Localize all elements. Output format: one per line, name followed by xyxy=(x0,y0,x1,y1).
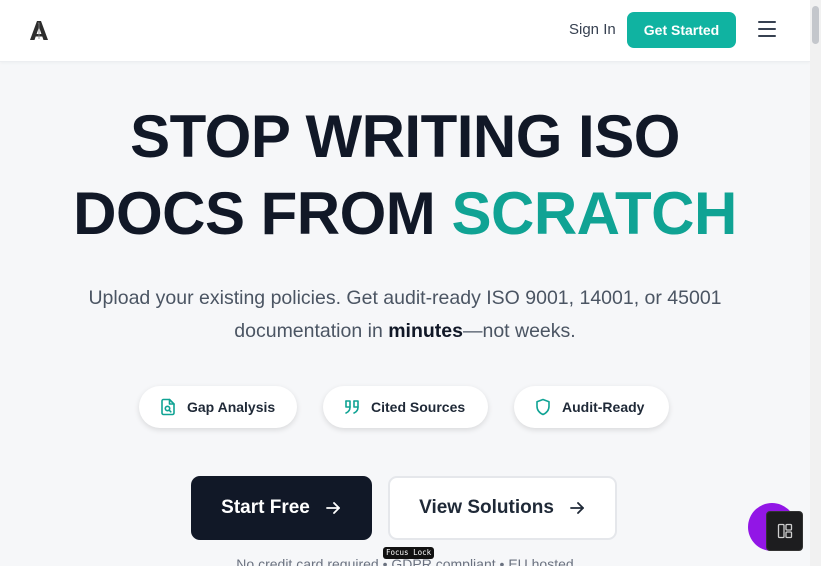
layout-toggle-button[interactable] xyxy=(766,511,803,551)
headline-line-2-dark: DOCS FROM xyxy=(73,180,452,247)
arrow-right-icon xyxy=(325,502,340,514)
scrollbar-thumb[interactable] xyxy=(812,6,819,44)
feature-label: Gap Analysis xyxy=(187,399,276,415)
a-logo-icon[interactable] xyxy=(28,19,50,41)
shield-icon xyxy=(536,398,550,416)
hero-subtitle: Upload your existing policies. Get audit… xyxy=(80,282,730,348)
get-started-button[interactable]: Get Started xyxy=(627,12,736,48)
feature-label: Audit-Ready xyxy=(562,399,645,415)
headline-line-1: STOP WRITING ISO xyxy=(130,103,680,170)
subtitle-emphasis: minutes xyxy=(388,320,463,342)
subtitle-text-2: —not weeks. xyxy=(462,320,576,342)
arrow-right-icon xyxy=(569,502,584,514)
feature-pill-cited-sources: Cited Sources xyxy=(323,386,488,428)
top-navigation-bar: Sign In Get Started xyxy=(0,0,810,62)
feature-label: Cited Sources xyxy=(371,399,466,415)
scrollbar-track[interactable] xyxy=(810,0,821,566)
view-solutions-button[interactable]: View Solutions xyxy=(388,476,617,540)
quote-icon xyxy=(345,400,359,414)
layout-panels-icon xyxy=(777,523,792,539)
feature-pill-audit-ready: Audit-Ready xyxy=(514,386,669,428)
start-free-label: Start Free xyxy=(221,497,310,518)
hero-headline: STOP WRITING ISO DOCS FROM SCRATCH xyxy=(0,98,810,252)
view-solutions-label: View Solutions xyxy=(419,497,554,518)
hamburger-menu-icon[interactable] xyxy=(758,21,776,37)
focus-lock-badge[interactable]: Focus Lock xyxy=(383,547,435,559)
sign-in-link[interactable]: Sign In xyxy=(569,21,616,38)
feature-pill-gap-analysis: Gap Analysis xyxy=(139,386,297,428)
headline-accent-word: SCRATCH xyxy=(451,180,737,247)
start-free-button[interactable]: Start Free xyxy=(191,476,372,540)
document-search-icon xyxy=(161,398,175,416)
